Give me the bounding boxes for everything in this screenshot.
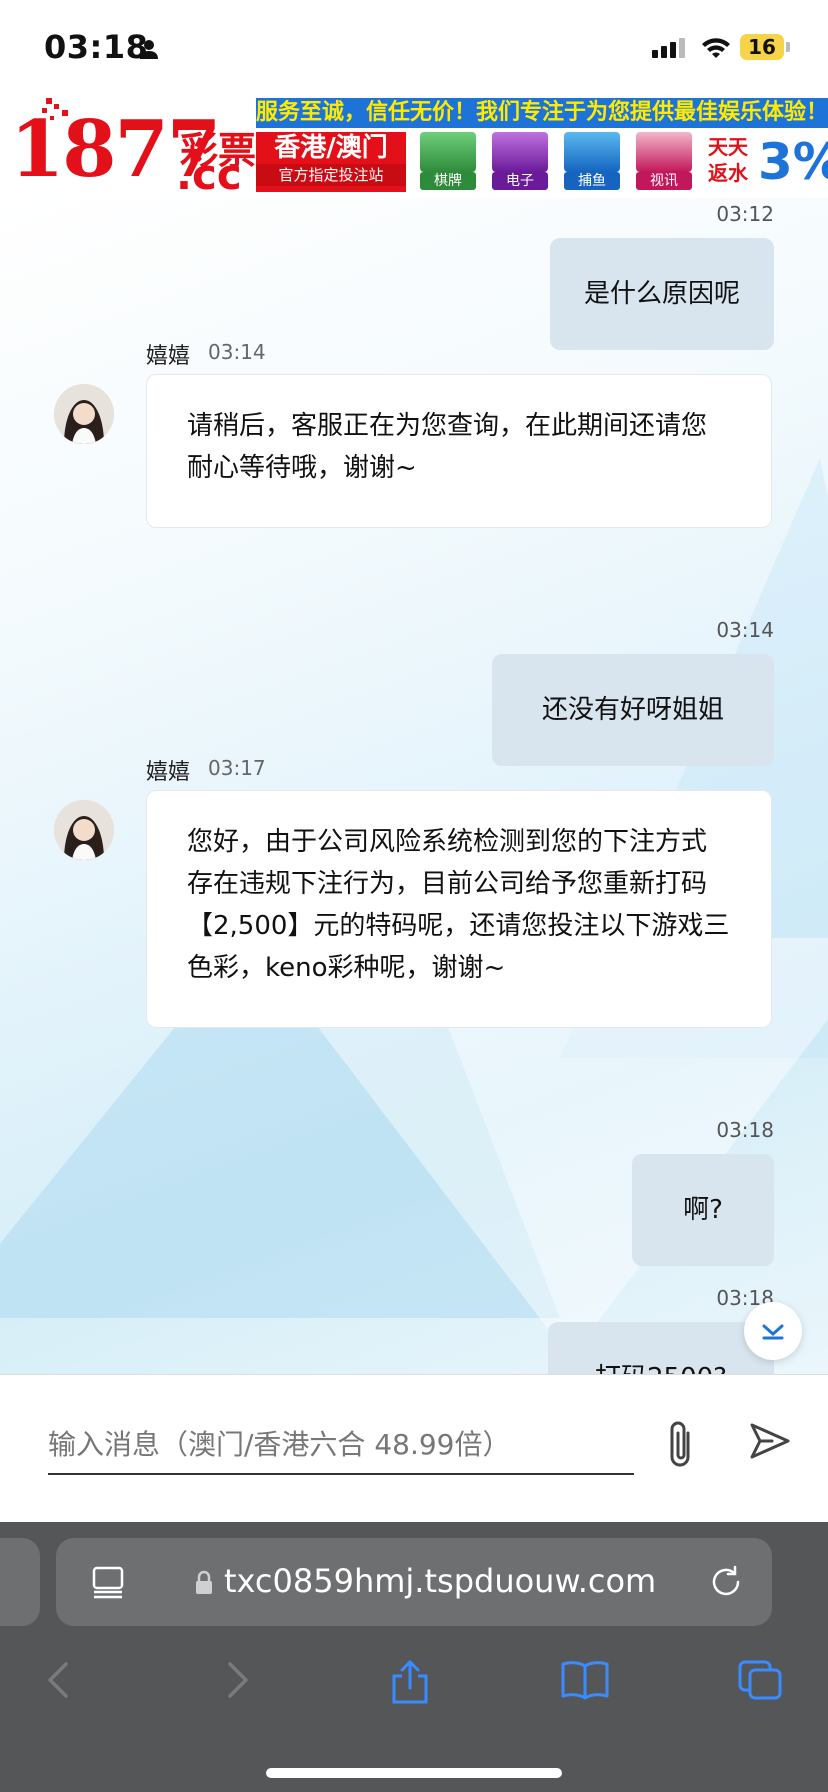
incoming-message: 您好，由于公司风险系统检测到您的下注方式存在违规下注行为，目前公司给予您重新打码… <box>146 790 772 1028</box>
message-input[interactable] <box>48 1415 634 1475</box>
rebate-percent: 3% <box>758 133 828 191</box>
outgoing-message: 打码2500? <box>548 1322 774 1374</box>
chat-messages-area[interactable]: 03:12 是什么原因呢 嬉嬉 03:14 请稍后，客服正在为您查询，在此期间还… <box>0 198 828 1374</box>
url-text: txc0859hmj.tspduouw.com <box>224 1562 657 1600</box>
message-input-bar <box>0 1374 828 1523</box>
agent-avatar <box>54 800 114 860</box>
browser-toolbar: txc0859hmj.tspduouw.com <box>0 1522 828 1792</box>
person-icon <box>140 40 158 59</box>
outgoing-message: 啊? <box>632 1154 774 1266</box>
chevron-down-icon <box>762 1324 784 1340</box>
send-icon[interactable] <box>748 1419 792 1463</box>
electronic-image <box>492 132 548 172</box>
outgoing-message: 还没有好呀姐姐 <box>492 654 774 766</box>
battery-tip <box>786 42 790 52</box>
agent-name: 嬉嬉 <box>146 344 191 369</box>
agent-name: 嬉嬉 <box>146 760 191 785</box>
attachment-icon[interactable] <box>660 1417 700 1473</box>
live-video-image <box>636 132 692 172</box>
status-bar: 03:18 16 <box>0 0 828 96</box>
reader-mode-icon[interactable] <box>90 1564 126 1600</box>
game-live-video: 视讯 <box>636 132 692 192</box>
message-timestamp: 03:12 <box>716 202 774 226</box>
back-icon[interactable] <box>40 1658 80 1702</box>
reload-icon[interactable] <box>708 1564 744 1600</box>
share-icon[interactable] <box>388 1658 432 1706</box>
home-indicator <box>266 1768 562 1778</box>
cellular-signal-icon <box>652 38 688 58</box>
agent-avatar <box>54 384 114 444</box>
rebate-line-2: 返水 <box>708 161 748 185</box>
logo-cc-text: .cc <box>176 150 242 199</box>
wifi-icon <box>702 38 730 58</box>
tabs-icon[interactable] <box>736 1658 784 1702</box>
outgoing-message: 是什么原因呢 <box>550 238 774 350</box>
banner-slogan: 服务至诚，信任无价！我们专注于为您提供最佳娱乐体验！ <box>256 98 828 128</box>
incoming-message: 请稍后，客服正在为您查询，在此期间还请您耐心等待哦，谢谢~ <box>146 374 772 528</box>
avatar-image <box>54 800 114 860</box>
forward-icon[interactable] <box>216 1658 256 1702</box>
lock-icon <box>196 1570 212 1594</box>
bookmarks-icon[interactable] <box>560 1658 610 1702</box>
fishing-image <box>564 132 620 172</box>
game-fishing: 捕鱼 <box>564 132 620 192</box>
scroll-to-bottom-button[interactable] <box>744 1302 802 1360</box>
status-time: 03:18 <box>44 28 149 66</box>
battery-indicator: 16 <box>740 34 784 60</box>
previous-tab-peek[interactable] <box>0 1538 40 1626</box>
game-label: 棋牌 <box>420 172 476 190</box>
rebate-text: 天天 返水 <box>708 134 752 186</box>
hk-macau-box: 香港/澳门 官方指定投注站 <box>256 132 406 192</box>
rebate-line-1: 天天 <box>708 135 748 159</box>
game-label: 视讯 <box>636 172 692 190</box>
game-chess-card: 棋牌 <box>420 132 476 192</box>
hk-subtitle: 官方指定投注站 <box>256 164 406 186</box>
game-electronic: 电子 <box>492 132 548 192</box>
hk-title: 香港/澳门 <box>274 133 388 163</box>
promo-banner[interactable]: 1877 彩票 .cc 服务至诚，信任无价！我们专注于为您提供最佳娱乐体验！ 香… <box>0 96 828 199</box>
message-timestamp: 03:14 <box>208 340 266 364</box>
message-timestamp: 03:14 <box>716 618 774 642</box>
chess-card-image <box>420 132 476 172</box>
avatar-image <box>54 384 114 444</box>
address-bar[interactable]: txc0859hmj.tspduouw.com <box>56 1538 772 1626</box>
message-timestamp: 03:18 <box>716 1118 774 1142</box>
game-label: 捕鱼 <box>564 172 620 190</box>
game-label: 电子 <box>492 172 548 190</box>
message-timestamp: 03:17 <box>208 756 266 780</box>
